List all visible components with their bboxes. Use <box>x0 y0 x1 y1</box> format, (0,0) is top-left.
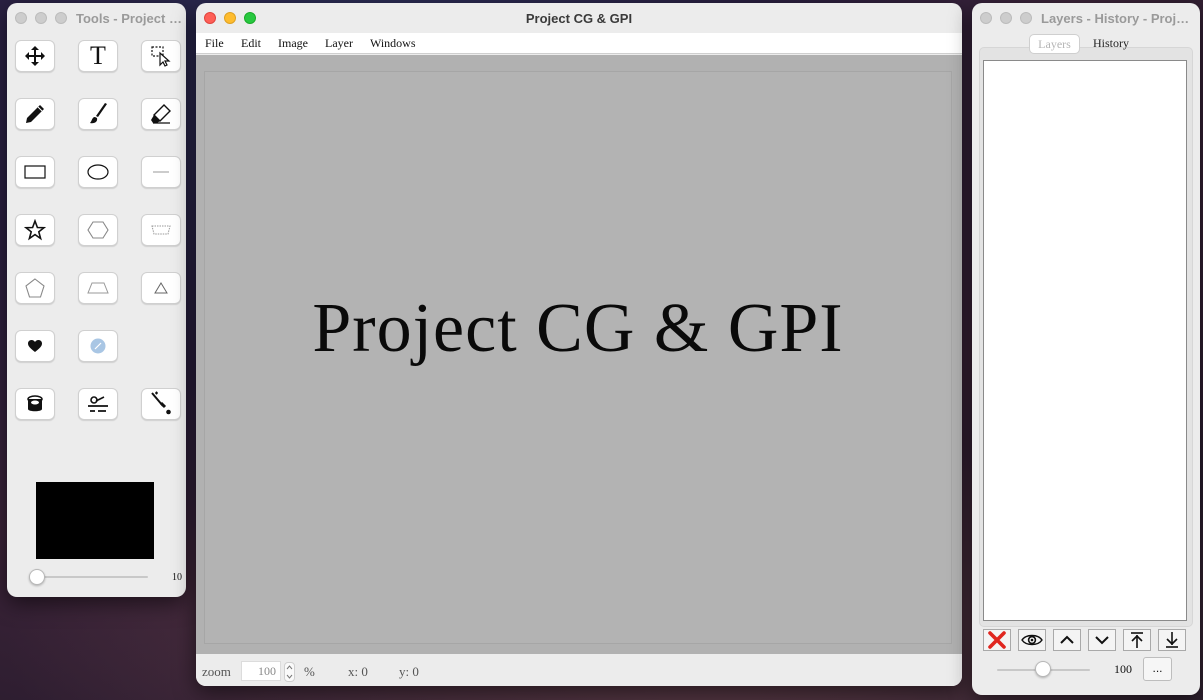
trapezoid-icon <box>87 282 109 294</box>
tab-layers[interactable]: Layers <box>1029 34 1080 54</box>
close-button[interactable] <box>15 12 27 24</box>
rectangle-tool-button[interactable] <box>15 156 55 188</box>
tab-layers-label: Layers <box>1038 37 1071 51</box>
menu-file[interactable]: File <box>205 36 224 51</box>
cursor-y: y: 0 <box>399 664 419 679</box>
triangle-tool-button[interactable] <box>141 272 181 304</box>
brush-tool-button[interactable] <box>78 98 118 130</box>
zoom-button[interactable] <box>1020 12 1032 24</box>
window-title: Project CG & GPI <box>525 11 633 26</box>
red-x-icon <box>988 631 1006 649</box>
eyedropper-icon <box>151 391 171 415</box>
heart-tool-button[interactable] <box>15 330 55 362</box>
canvas-text: Project CG & GPI <box>312 290 844 367</box>
menu-image[interactable]: Image <box>278 36 308 51</box>
zoom-value: 100 <box>258 664 276 678</box>
arrow-to-top-icon <box>1131 632 1143 648</box>
move-layer-bottom-button[interactable] <box>1158 629 1186 651</box>
selection-cursor-icon <box>151 46 171 67</box>
heart-icon <box>28 340 42 352</box>
trapezoid-tool-button[interactable] <box>78 272 118 304</box>
parallelogram-icon <box>151 225 171 235</box>
text-tool-button[interactable]: T <box>78 40 118 72</box>
text-T-icon: T <box>90 41 106 70</box>
hexagon-icon <box>87 221 109 239</box>
window-title: Layers - History - Project CG & GPI <box>1041 11 1196 26</box>
more-options-button[interactable]: ... <box>1143 657 1172 681</box>
zoom-field[interactable]: 100 <box>241 661 281 681</box>
layers-list[interactable] <box>983 60 1187 621</box>
eyedropper-tool-button[interactable] <box>141 388 181 420</box>
menu-layer[interactable]: Layer <box>325 36 353 51</box>
star-tool-button[interactable] <box>15 214 55 246</box>
select-tool-button[interactable] <box>141 40 181 72</box>
pentagon-icon <box>25 278 45 298</box>
tools-window: Tools - Project CG & GPI T <box>7 3 186 597</box>
filter-tool-button[interactable] <box>78 388 118 420</box>
close-button[interactable] <box>980 12 992 24</box>
chevron-down-icon <box>1095 636 1109 645</box>
parallelogram-tool-button[interactable] <box>141 214 181 246</box>
filter-icon <box>88 396 108 412</box>
minimize-button[interactable] <box>1000 12 1012 24</box>
line-icon <box>153 171 169 173</box>
move-layer-top-button[interactable] <box>1123 629 1151 651</box>
ellipse-tool-button[interactable] <box>78 156 118 188</box>
zoom-button[interactable] <box>55 12 67 24</box>
tab-history-label: History <box>1093 36 1129 50</box>
main-titlebar[interactable]: Project CG & GPI <box>196 3 962 33</box>
brush-size-slider-thumb[interactable] <box>29 569 45 585</box>
zoom-percent: % <box>304 664 315 679</box>
window-title: Tools - Project CG & GPI <box>76 11 182 26</box>
delete-layer-button[interactable] <box>983 629 1011 651</box>
eraser-icon <box>151 104 171 124</box>
stepper-arrows-icon <box>286 665 293 679</box>
triangle-icon <box>154 282 168 294</box>
ellipse-icon <box>87 164 109 180</box>
menu-windows[interactable]: Windows <box>370 36 416 51</box>
opacity-slider-thumb[interactable] <box>1035 661 1051 677</box>
pencil-tool-button[interactable] <box>15 98 55 130</box>
cursor-x: x: 0 <box>348 664 368 679</box>
more-options-label: ... <box>1152 661 1163 675</box>
zoom-label: zoom <box>202 664 231 679</box>
blur-tool-button[interactable] <box>78 330 118 362</box>
layers-titlebar[interactable]: Layers - History - Project CG & GPI <box>972 3 1200 33</box>
menu-edit[interactable]: Edit <box>241 36 261 51</box>
zoom-stepper[interactable] <box>284 662 295 682</box>
layers-window: Layers - History - Project CG & GPI Laye… <box>972 3 1200 695</box>
opacity-label: 100 <box>1114 662 1132 676</box>
hexagon-tool-button[interactable] <box>78 214 118 246</box>
toggle-visibility-button[interactable] <box>1018 629 1046 651</box>
paint-bucket-icon <box>27 395 43 412</box>
move-arrows-icon <box>25 46 45 66</box>
move-layer-down-button[interactable] <box>1088 629 1116 651</box>
brush-size-label: 10 <box>172 572 182 583</box>
brush-icon <box>90 103 107 124</box>
drawing-canvas[interactable]: Project CG & GPI <box>204 71 952 644</box>
move-layer-up-button[interactable] <box>1053 629 1081 651</box>
tab-history[interactable]: History <box>1085 34 1137 54</box>
color-swatch[interactable] <box>36 482 154 559</box>
star-icon <box>24 219 46 241</box>
brush-size-slider-track[interactable] <box>29 576 148 578</box>
minimize-button[interactable] <box>35 12 47 24</box>
tools-titlebar[interactable]: Tools - Project CG & GPI <box>7 3 186 33</box>
blur-circle-icon <box>90 338 106 354</box>
main-window: Project CG & GPI File Edit Image Layer W… <box>196 3 962 686</box>
line-tool-button[interactable] <box>141 156 181 188</box>
canvas-scroll-area: Project CG & GPI <box>196 55 962 654</box>
pencil-icon <box>26 105 44 123</box>
fill-tool-button[interactable] <box>15 388 55 420</box>
pentagon-tool-button[interactable] <box>15 272 55 304</box>
status-bar: zoom 100 % x: 0 y: 0 <box>196 654 962 686</box>
menu-bar: File Edit Image Layer Windows <box>196 33 962 54</box>
move-tool-button[interactable] <box>15 40 55 72</box>
eye-icon <box>1021 634 1043 646</box>
rectangle-icon <box>24 165 46 179</box>
arrow-to-bottom-icon <box>1166 632 1178 648</box>
eraser-tool-button[interactable] <box>141 98 181 130</box>
chevron-up-icon <box>1060 635 1074 644</box>
